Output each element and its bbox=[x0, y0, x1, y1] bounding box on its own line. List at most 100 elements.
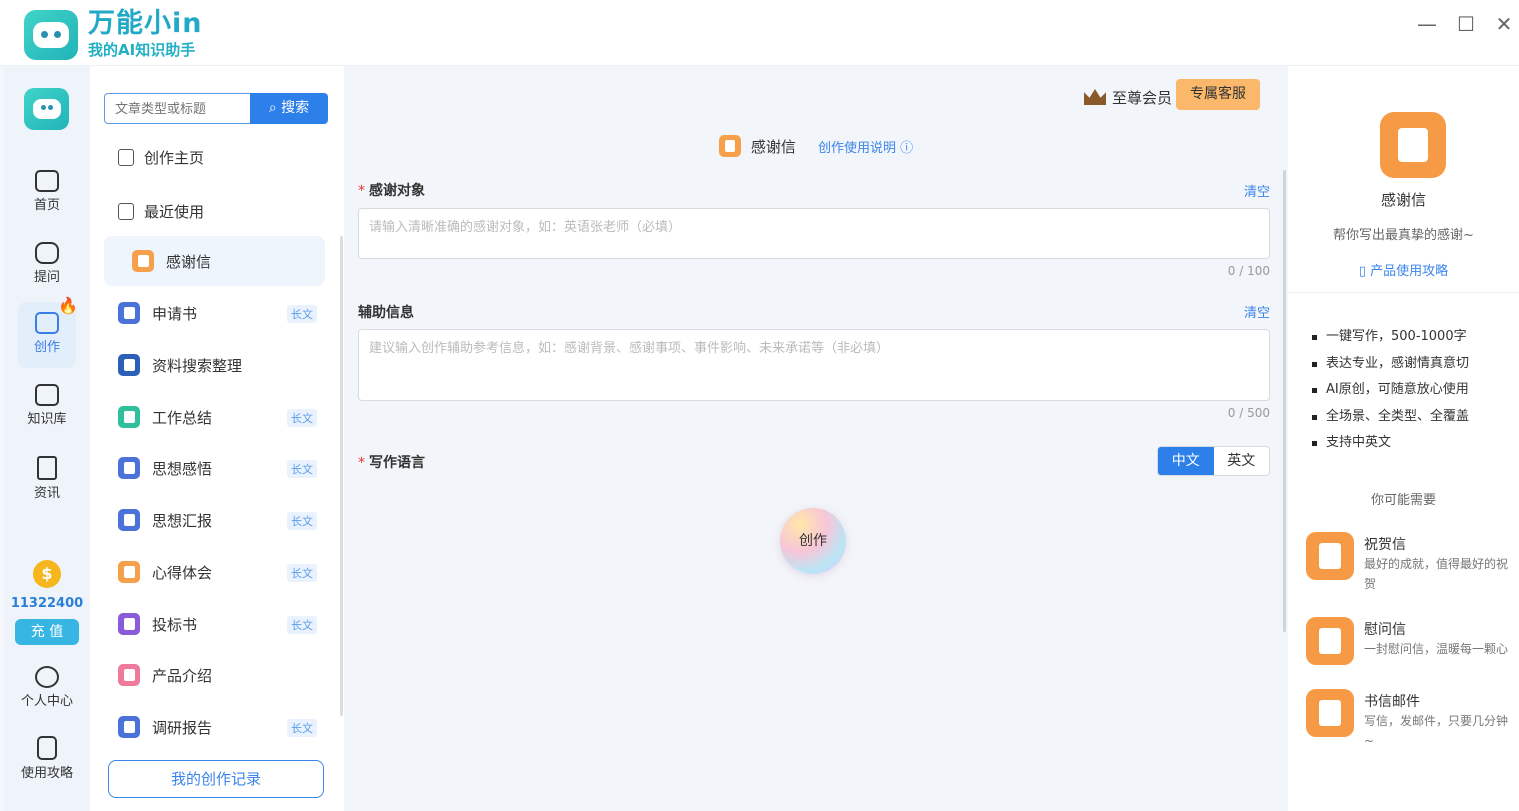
recommendation-desc: 写信，发邮件，只要几分钟~ bbox=[1364, 714, 1509, 748]
menu-scrollbar[interactable] bbox=[340, 236, 343, 716]
menu-item-reflection[interactable]: 心得体会 长文 bbox=[104, 547, 325, 597]
robot-icon bbox=[33, 22, 69, 48]
extra-input[interactable]: 建议输入创作辅助参考信息，如：感谢背景、感谢事项、事件影响、未来承诺等（非必填） bbox=[358, 329, 1270, 401]
nav-create[interactable]: 创作 🔥 bbox=[18, 296, 78, 368]
menu-item-label: 思想感悟 bbox=[152, 459, 213, 478]
page-header: 感谢信 创作使用说明 ⓘ bbox=[344, 134, 1288, 158]
recharge-button[interactable]: 充 值 bbox=[15, 619, 79, 645]
menu-create-home[interactable]: 创作主页 bbox=[104, 132, 325, 182]
nav-ask[interactable]: 提问 bbox=[18, 236, 76, 298]
menu-item-research[interactable]: 资料搜索整理 bbox=[104, 340, 325, 390]
menu-item-thoughts[interactable]: 思想感悟 长文 bbox=[104, 443, 325, 493]
search-button[interactable]: ⌕ 搜索 bbox=[250, 93, 328, 124]
left-sidebar: 首页 提问 创作 🔥 知识库 资讯 $ 11322400 充 值 个人中心 使用攻… bbox=[4, 66, 90, 811]
document-icon bbox=[118, 457, 140, 479]
user-icon bbox=[35, 666, 59, 688]
usage-help-link[interactable]: 创作使用说明 ⓘ bbox=[818, 137, 913, 156]
long-text-badge: 长文 bbox=[287, 564, 317, 582]
clear-extra-button[interactable]: 清空 bbox=[1244, 302, 1270, 321]
nav-home[interactable]: 首页 bbox=[18, 164, 76, 226]
menu-item-label: 工作总结 bbox=[152, 408, 213, 427]
fire-icon: 🔥 bbox=[58, 296, 78, 315]
language-toggle: 中文 英文 bbox=[1157, 446, 1270, 476]
create-menu: ⌕ 搜索 创作主页 最近使用 感谢信 申请书长文 资料搜索整理 工作总结长文 思… bbox=[90, 66, 344, 811]
search-icon: ⌕ bbox=[268, 100, 282, 116]
create-button[interactable]: 创作 bbox=[780, 508, 846, 574]
minimize-icon[interactable]: — bbox=[1415, 12, 1439, 36]
menu-item-thanks-letter[interactable]: 感谢信 bbox=[104, 236, 325, 286]
extra-label: 辅助信息 bbox=[358, 305, 414, 321]
main-panel: 至尊会员 专属客服 感谢信 创作使用说明 ⓘ * 感谢对象 清空 请输入清晰准确的… bbox=[344, 66, 1288, 811]
app-tagline: 我的AI知识助手 bbox=[88, 41, 196, 59]
target-label: * 感谢对象 bbox=[358, 183, 425, 199]
sidebar-logo[interactable] bbox=[24, 88, 69, 130]
nav-profile-label: 个人中心 bbox=[20, 694, 73, 709]
menu-recent-label: 最近使用 bbox=[144, 202, 205, 221]
book-icon: ▯ bbox=[1358, 264, 1371, 279]
letter-icon bbox=[1306, 617, 1354, 665]
target-counter: 0 / 100 bbox=[1227, 264, 1270, 278]
book-icon bbox=[37, 736, 57, 760]
letter-icon bbox=[1306, 689, 1354, 737]
search-button-label: 搜索 bbox=[281, 100, 310, 116]
letter-icon bbox=[1380, 112, 1446, 178]
title-bar: 万能小in 我的AI知识助手 — ☐ ✕ bbox=[0, 0, 1519, 66]
suggestions-heading: 你可能需要 bbox=[1370, 493, 1436, 508]
feature-item: 全场景、全类型、全覆盖 bbox=[1311, 404, 1469, 431]
letter-icon bbox=[1306, 532, 1354, 580]
menu-item-work-summary[interactable]: 工作总结 长文 bbox=[104, 392, 325, 442]
language-option-zh[interactable]: 中文 bbox=[1158, 447, 1214, 475]
menu-recent[interactable]: 最近使用 bbox=[104, 186, 325, 236]
nav-guide[interactable]: 使用攻略 bbox=[18, 730, 76, 792]
word-icon bbox=[118, 354, 140, 376]
menu-item-label: 申请书 bbox=[152, 304, 198, 323]
chat-icon bbox=[35, 242, 59, 264]
nav-profile[interactable]: 个人中心 bbox=[18, 660, 76, 722]
nav-knowledge[interactable]: 知识库 bbox=[18, 378, 76, 440]
document-icon bbox=[118, 509, 140, 531]
main-scrollbar[interactable] bbox=[1283, 170, 1286, 632]
menu-item-application[interactable]: 申请书 长文 bbox=[104, 288, 325, 338]
menu-item-label: 资料搜索整理 bbox=[152, 356, 243, 375]
target-input[interactable]: 请输入清晰准确的感谢对象，如：英语张老师（必填） bbox=[358, 208, 1270, 259]
menu-item-survey[interactable]: 调研报告 长文 bbox=[104, 702, 325, 752]
nav-knowledge-label: 知识库 bbox=[27, 412, 67, 427]
divider bbox=[1288, 292, 1519, 293]
long-text-badge: 长文 bbox=[287, 719, 317, 737]
coin-icon: $ bbox=[33, 560, 61, 588]
long-text-badge: 长文 bbox=[287, 460, 317, 478]
search-input[interactable] bbox=[104, 93, 251, 124]
recommendation-condolence[interactable]: 慰问信 一封慰问信，温暖每一颗心 bbox=[1306, 617, 1516, 677]
product-icon bbox=[118, 664, 140, 686]
product-guide-link[interactable]: ▯ 产品使用攻略 bbox=[1288, 260, 1519, 279]
feature-item: 表达专业，感谢情真意切 bbox=[1311, 351, 1469, 378]
recommendation-email[interactable]: 书信邮件 写信，发邮件，只要几分钟~ bbox=[1306, 689, 1516, 759]
menu-item-report[interactable]: 思想汇报 长文 bbox=[104, 495, 325, 545]
extra-counter: 0 / 500 bbox=[1227, 406, 1270, 420]
tool-title: 感谢信 bbox=[1380, 191, 1426, 209]
clear-target-button[interactable]: 清空 bbox=[1244, 181, 1270, 200]
credits-count: 11322400 bbox=[10, 596, 84, 611]
maximize-icon[interactable]: ☐ bbox=[1454, 12, 1478, 36]
nav-news[interactable]: 资讯 bbox=[18, 450, 76, 512]
menu-item-product[interactable]: 产品介绍 bbox=[104, 650, 325, 700]
recommendation-title: 书信邮件 bbox=[1364, 694, 1420, 710]
menu-item-bid[interactable]: 投标书 长文 bbox=[104, 599, 325, 649]
recent-icon bbox=[118, 202, 134, 220]
menu-item-label: 投标书 bbox=[152, 615, 198, 634]
summary-icon bbox=[118, 406, 140, 428]
letter-icon bbox=[118, 561, 140, 583]
recommendation-congrats[interactable]: 祝贺信 最好的成就，值得最好的祝贺 bbox=[1306, 532, 1516, 602]
menu-item-label: 感谢信 bbox=[166, 252, 212, 271]
knowledge-icon bbox=[35, 384, 59, 406]
feature-list: 一键写作，500-1000字 表达专业，感谢情真意切 AI原创，可随意放心使用 … bbox=[1311, 324, 1469, 457]
feature-item: 一键写作，500-1000字 bbox=[1311, 324, 1469, 351]
language-label: * 写作语言 bbox=[358, 455, 425, 471]
close-icon[interactable]: ✕ bbox=[1492, 12, 1516, 36]
customer-service-button[interactable]: 专属客服 bbox=[1176, 79, 1260, 110]
menu-item-label: 产品介绍 bbox=[152, 666, 213, 685]
my-records-button[interactable]: 我的创作记录 bbox=[108, 760, 324, 798]
letter-icon bbox=[718, 135, 741, 157]
language-option-en[interactable]: 英文 bbox=[1214, 447, 1270, 475]
long-text-badge: 长文 bbox=[287, 616, 317, 634]
